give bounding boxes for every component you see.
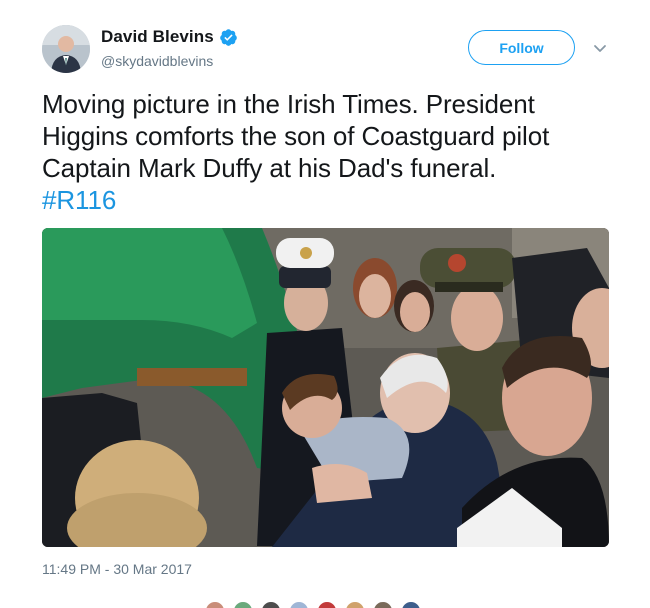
hashtag-link[interactable]: #R116 [42, 184, 612, 216]
chevron-down-icon[interactable] [592, 40, 608, 56]
liker-avatar[interactable] [344, 600, 366, 608]
liker-avatar[interactable] [316, 600, 338, 608]
funeral-photo [42, 228, 609, 547]
liker-avatar[interactable] [372, 600, 394, 608]
tweet-photo[interactable] [42, 228, 609, 547]
liker-avatar[interactable] [288, 600, 310, 608]
verified-badge-icon [219, 28, 238, 47]
author-avatar[interactable] [42, 25, 90, 73]
author-handle[interactable]: @skydavidblevins [101, 53, 213, 69]
liker-avatar[interactable] [260, 600, 282, 608]
tweet-body: Moving picture in the Irish Times. Presi… [42, 89, 550, 183]
follow-button[interactable]: Follow [468, 30, 575, 65]
liker-avatar[interactable] [232, 600, 254, 608]
author-display-name[interactable]: David Blevins [101, 27, 214, 47]
avatar-image [42, 25, 90, 73]
tweet-text: Moving picture in the Irish Times. Presi… [42, 88, 612, 216]
liker-avatars[interactable] [204, 600, 422, 608]
liker-avatar[interactable] [204, 600, 226, 608]
author-name-row: David Blevins [101, 27, 238, 47]
tweet-timestamp[interactable]: 11:49 PM - 30 Mar 2017 [42, 561, 192, 577]
liker-avatar[interactable] [400, 600, 422, 608]
tweet-card: David Blevins @skydavidblevins Follow Mo… [0, 0, 650, 608]
